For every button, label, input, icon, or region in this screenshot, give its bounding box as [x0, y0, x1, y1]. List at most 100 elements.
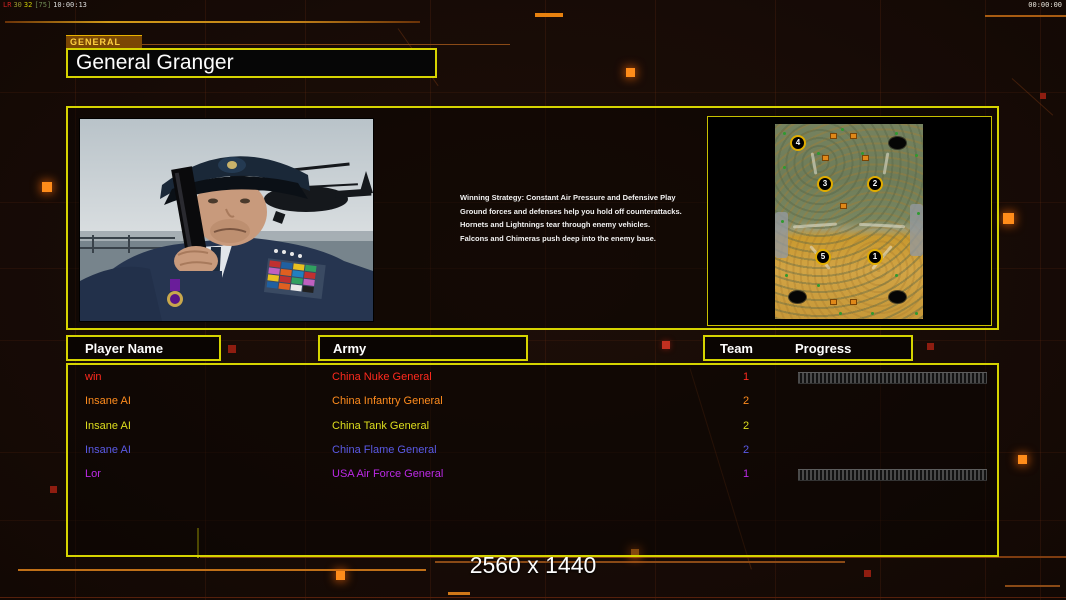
player-team: 2	[742, 444, 750, 456]
map-tree	[871, 312, 874, 315]
briefing-line: Winning Strategy: Constant Air Pressure …	[460, 193, 676, 202]
map-start-position: 1	[867, 249, 883, 265]
debug-value-2: 32	[23, 1, 33, 9]
header-army-label: Army	[333, 341, 367, 356]
map-tree	[817, 152, 820, 155]
loading-progress-bar	[798, 372, 987, 384]
player-name: Lor	[85, 468, 101, 480]
resolution-overlay: 2560 x 1440	[469, 552, 597, 578]
circuit-trace	[80, 44, 510, 45]
map-start-position: 2	[867, 176, 883, 192]
briefing-line: Ground forces and defenses help you hold…	[460, 206, 682, 216]
player-row: Insane AI China Tank General 2	[68, 417, 997, 441]
deco-square	[662, 341, 670, 349]
loading-progress-bar	[798, 469, 987, 481]
map-tree	[861, 152, 864, 155]
map-tree	[915, 312, 918, 315]
player-name: win	[85, 371, 102, 383]
map-tree	[895, 274, 898, 277]
map-supply-dock	[850, 133, 857, 139]
map-cliff	[882, 152, 890, 175]
briefing-line: Hornets and Lightnings tear through enem…	[460, 220, 651, 229]
map-supply-dock	[840, 203, 847, 209]
player-team: 1	[742, 468, 750, 480]
map-tree	[841, 128, 844, 131]
map-hole	[889, 291, 906, 303]
general-portrait	[79, 118, 374, 322]
general-tab: GENERAL	[66, 35, 142, 48]
player-roster-panel: win China Nuke General 1 Insane AI China…	[66, 363, 999, 557]
header-army: Army	[318, 335, 528, 361]
medal-ribbons	[263, 258, 326, 300]
header-team-label: Team	[720, 341, 753, 356]
general-name-box: General Granger	[66, 48, 437, 78]
strategy-briefing: Winning Strategy: Constant Air Pressure …	[460, 194, 700, 248]
deco-square	[50, 486, 57, 493]
circuit-diagonal	[1011, 78, 1054, 116]
map-preview-panel: 4 3 2 5 1	[707, 116, 992, 326]
map-hole	[889, 137, 906, 149]
map-supply-dock	[830, 133, 837, 139]
briefing-line: Falcons and Chimeras push deep into the …	[460, 233, 656, 243]
map-start-position: 4	[790, 135, 806, 151]
map-tree	[917, 212, 920, 215]
map-cliff	[792, 222, 838, 229]
map-tree	[915, 154, 918, 157]
debug-value-3: [75]	[34, 1, 52, 9]
header-player-name-label: Player Name	[85, 341, 164, 356]
circuit-line	[0, 92, 1066, 93]
map-tree	[783, 132, 786, 135]
deco-square	[42, 182, 52, 192]
player-army: China Infantry General	[332, 395, 443, 407]
map-cliff	[810, 152, 818, 175]
player-row: Lor USA Air Force General 1	[68, 465, 997, 489]
map-tree	[839, 312, 842, 315]
minimap: 4 3 2 5 1	[775, 124, 923, 319]
map-tree	[785, 274, 788, 277]
player-army: China Nuke General	[332, 371, 432, 383]
map-tree	[817, 284, 820, 287]
map-start-position: 5	[815, 249, 831, 265]
map-supply-dock	[830, 299, 837, 305]
header-progress-label: Progress	[795, 341, 852, 356]
deco-square	[626, 68, 635, 77]
map-supply-dock	[850, 299, 857, 305]
circuit-trace	[0, 597, 1066, 598]
circuit-trace	[985, 15, 1066, 17]
match-timer: 00:00:00	[1028, 1, 1062, 9]
player-army: China Flame General	[332, 444, 437, 456]
debug-label: LR	[3, 1, 12, 9]
player-team: 1	[742, 371, 750, 383]
loading-screen: LR 30 32 [75] 10:00:13 00:00:00 GENERAL Gene…	[0, 0, 1066, 600]
map-hole	[789, 291, 806, 303]
player-team: 2	[742, 420, 750, 432]
deco-square	[1003, 213, 1014, 224]
circuit-trace	[1005, 585, 1060, 587]
deco-square	[1018, 455, 1027, 464]
player-team: 2	[742, 395, 750, 407]
map-cliff	[775, 212, 788, 258]
map-cliff	[858, 222, 906, 229]
player-name: Insane AI	[85, 395, 131, 407]
map-tree	[895, 132, 898, 135]
player-row: win China Nuke General 1	[68, 368, 997, 392]
circuit-line	[1040, 0, 1041, 600]
deco-square	[228, 345, 236, 353]
map-supply-dock	[822, 155, 829, 161]
deco-square	[927, 343, 934, 350]
debug-overlay: LR 30 32 [75] 10:00:13	[3, 1, 89, 9]
debug-value-1: 30	[13, 1, 22, 9]
player-row: Insane AI China Flame General 2	[68, 441, 997, 465]
map-start-position: 3	[817, 176, 833, 192]
map-supply-dock	[862, 155, 869, 161]
player-army: China Tank General	[332, 420, 430, 432]
deco-square	[1040, 93, 1046, 99]
circuit-trace	[5, 21, 420, 23]
header-team-progress: Team Progress	[703, 335, 913, 361]
header-player-name: Player Name	[66, 335, 221, 361]
circuit-trace	[448, 592, 470, 595]
map-tree	[781, 220, 784, 223]
debug-time: 10:00:13	[53, 1, 87, 9]
player-name: Insane AI	[85, 444, 131, 456]
player-army: USA Air Force General	[332, 468, 444, 480]
